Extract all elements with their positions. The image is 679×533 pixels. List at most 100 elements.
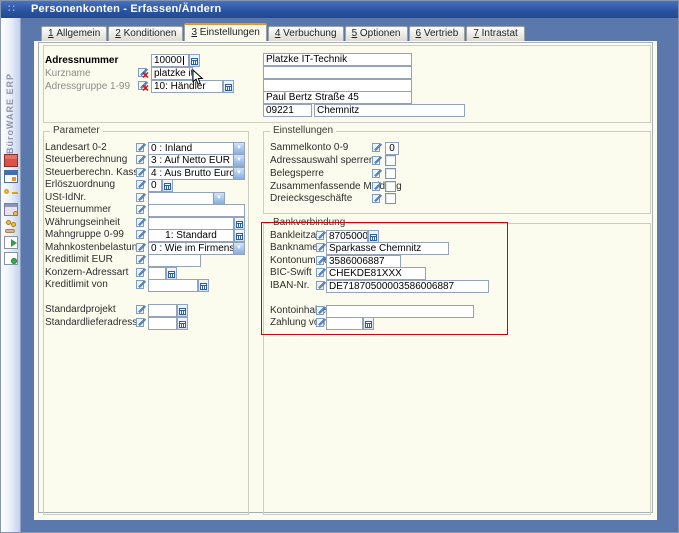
edit-formula-icon[interactable] (136, 254, 147, 265)
address-street-input[interactable]: Paul Bertz Straße 45 (263, 91, 412, 104)
sammelkonto-value: 0 (389, 143, 395, 154)
adressgruppe-lookup-button[interactable] (223, 80, 234, 93)
zahlung-von-input[interactable] (326, 317, 363, 330)
bic-swift-input[interactable]: CHEKDE81XXX (326, 267, 426, 280)
zahlung-von-lookup-button[interactable] (363, 317, 374, 330)
tab-intrastat[interactable]: 7 Intrastat (466, 26, 524, 41)
tab-verbuchung[interactable]: 4 Verbuchung (268, 26, 344, 41)
standardprojekt-lookup-button[interactable] (177, 304, 188, 317)
adressgruppe-input[interactable]: 10: Händler (151, 80, 223, 93)
edit-formula-icon[interactable] (372, 155, 383, 166)
address-city-input[interactable]: Chemnitz (314, 104, 465, 117)
tab-konditionen[interactable]: 2 Konditionen (108, 26, 183, 41)
edit-formula-icon[interactable] (136, 267, 147, 278)
key-icon-stem (12, 192, 18, 194)
tab-bar: 1 Allgemein 2 Konditionen 3 Einstellunge… (41, 23, 526, 41)
tab-optionen[interactable]: 5 Optionen (345, 26, 408, 41)
iban-input[interactable]: DE71870500003586006887 (326, 280, 489, 293)
tab-label: Optionen (360, 28, 401, 39)
field-label: Standardlieferadresse (45, 317, 143, 329)
einstellungen-group-title: Einstellungen (270, 126, 336, 136)
address-zip-input[interactable]: 09221 (263, 104, 312, 117)
edit-formula-icon[interactable] (136, 229, 147, 240)
key-icon[interactable] (4, 186, 18, 199)
iban-value: DE71870500003586006887 (329, 281, 454, 292)
edit-formula-icon[interactable] (136, 242, 147, 253)
window-icon[interactable] (4, 170, 18, 183)
window-titlebar[interactable]: ∷ Personenkonten - Erfassen/Ändern (1, 1, 678, 18)
chevron-down-icon[interactable]: ▼ (233, 168, 244, 179)
window-icon-dot (12, 177, 16, 181)
hand-coins-icon[interactable] (4, 220, 18, 233)
edit-formula-icon[interactable] (136, 217, 147, 228)
tab-vertrieb[interactable]: 6 Vertrieb (409, 26, 466, 41)
address-street-value: Paul Bertz Straße 45 (266, 92, 359, 103)
kurzname-value: platzke it (154, 68, 193, 79)
chevron-down-icon[interactable]: ▼ (213, 193, 224, 204)
edit-formula-red-x-icon[interactable] (138, 67, 149, 78)
adressnummer-input[interactable]: 10000 (151, 54, 189, 67)
coin-icon (11, 222, 16, 227)
kreditlimit-von-lookup-button[interactable] (198, 279, 209, 292)
edit-formula-red-x-icon[interactable] (138, 80, 149, 91)
tab-mnemonic: 1 (48, 28, 54, 39)
edit-formula-icon[interactable] (372, 168, 383, 179)
mahngruppe-input[interactable]: 1: Standard (148, 229, 234, 242)
steuerberechnung-select[interactable]: 3 : Auf Netto EUR▼ (148, 154, 245, 167)
bankname-input[interactable]: Sparkasse Chemnitz (326, 242, 449, 255)
kreditlimit-von-input[interactable] (148, 279, 198, 292)
address-name-input[interactable]: Platzke IT-Technik (263, 53, 412, 66)
brand-label: BüroWARE ERP (5, 42, 15, 154)
tab-einstellungen[interactable]: 3 Einstellungen (184, 23, 266, 41)
edit-formula-icon[interactable] (372, 142, 383, 153)
standardprojekt-input[interactable] (148, 304, 177, 317)
coin-icon (13, 211, 18, 216)
green-arrow-icon (11, 239, 17, 247)
adressgruppe-label: Adressgruppe 1-99 (45, 81, 130, 93)
edit-formula-icon[interactable] (136, 317, 147, 328)
edit-formula-icon[interactable] (136, 142, 147, 153)
edit-formula-icon[interactable] (372, 193, 383, 204)
standardlieferadresse-input[interactable] (148, 317, 177, 330)
kreditlimit-eur-input[interactable] (148, 254, 201, 267)
tab-mnemonic: 2 (115, 28, 121, 39)
steuernummer-input[interactable] (148, 204, 245, 217)
kardex-icon[interactable] (4, 154, 18, 167)
calculator-icon[interactable] (4, 203, 18, 216)
page-status-icon[interactable] (4, 252, 18, 265)
drag-grip-icon[interactable]: ∷ (8, 2, 15, 15)
erloeszuordnung-lookup-button[interactable] (162, 179, 173, 192)
belegsperre-checkbox[interactable] (385, 168, 396, 179)
edit-formula-icon[interactable] (372, 181, 383, 192)
edit-formula-icon[interactable] (136, 179, 147, 190)
page-export-icon[interactable] (4, 236, 18, 249)
dreiecksgeschaefte-checkbox[interactable] (385, 193, 396, 204)
tab-label: Einstellungen (200, 27, 260, 38)
edit-formula-icon[interactable] (136, 304, 147, 315)
zusammenfassende-meldung-checkbox[interactable] (385, 181, 396, 192)
address-line2-input[interactable] (263, 66, 412, 79)
chevron-down-icon[interactable]: ▼ (233, 143, 244, 154)
chevron-down-icon[interactable]: ▼ (233, 243, 244, 254)
field-label: Adressauswahl sperren (270, 155, 375, 167)
field-label: Kreditlimit von (45, 279, 108, 291)
tab-allgemein[interactable]: 1 Allgemein (41, 26, 107, 41)
field-label: Steuerberechn. Kasse (45, 167, 144, 179)
mahngruppe-lookup-button[interactable] (234, 229, 245, 242)
edit-formula-icon[interactable] (136, 192, 147, 203)
kurzname-input[interactable]: platzke it (151, 67, 193, 80)
chevron-down-icon[interactable]: ▼ (233, 155, 244, 166)
sammelkonto-input[interactable]: 0 (385, 142, 399, 155)
erloeszuordnung-input[interactable]: 0 (148, 179, 162, 192)
edit-formula-icon[interactable] (136, 279, 147, 290)
field-label: Mahngruppe 0-99 (45, 229, 124, 241)
adressauswahl-sperren-checkbox[interactable] (385, 155, 396, 166)
bic-swift-value: CHEKDE81XXX (329, 268, 402, 279)
edit-formula-icon[interactable] (136, 204, 147, 215)
adressnummer-lookup-button[interactable] (189, 54, 200, 67)
field-label: Steuernummer (45, 204, 111, 216)
field-label: Belegsperre (270, 168, 324, 180)
edit-formula-icon[interactable] (136, 154, 147, 165)
edit-formula-icon[interactable] (136, 167, 147, 178)
standardlieferadresse-lookup-button[interactable] (177, 317, 188, 330)
